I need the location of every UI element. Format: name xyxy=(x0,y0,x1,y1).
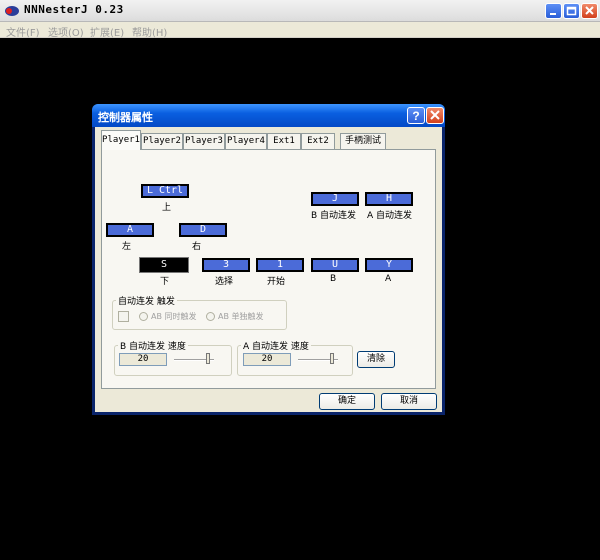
tab-player3[interactable]: Player3 xyxy=(183,133,225,149)
a-speed-slider-thumb[interactable] xyxy=(330,353,334,364)
ok-button[interactable]: 确定 xyxy=(319,393,375,410)
tab-player1[interactable]: Player1 xyxy=(101,130,141,150)
label-b: B xyxy=(330,274,337,284)
main-window: NNNesterJ 0.23 文件(F) 选项(O) 扩展(E) 帮助(H) 控… xyxy=(0,0,600,560)
key-down[interactable]: S xyxy=(139,257,189,273)
close-button[interactable] xyxy=(581,3,598,19)
key-select[interactable]: 3 xyxy=(202,258,250,272)
key-turbo-b[interactable]: J xyxy=(311,192,359,206)
tab-ext2[interactable]: Ext2 xyxy=(301,133,335,149)
label-ab-separate: AB 单独触发 xyxy=(218,312,264,321)
question-mark-icon: ? xyxy=(412,109,419,123)
menu-bar: 文件(F) 选项(O) 扩展(E) 帮助(H) xyxy=(0,22,600,39)
tab-player4[interactable]: Player4 xyxy=(225,133,267,149)
b-speed-title: B 自动连发 速度 xyxy=(118,339,188,352)
main-window-title: NNNesterJ 0.23 xyxy=(24,3,124,16)
dialog-titlebar[interactable]: 控制器属性 ? xyxy=(92,104,445,127)
svg-text:?: ? xyxy=(412,109,419,123)
tab-ext1[interactable]: Ext1 xyxy=(267,133,301,149)
close-icon xyxy=(430,110,440,120)
minimize-icon xyxy=(550,13,556,15)
label-ab-simultaneous: AB 同时触发 xyxy=(151,312,197,321)
key-a[interactable]: Y xyxy=(365,258,413,272)
tab-gamepad-test[interactable]: 手柄测试 xyxy=(340,133,386,149)
key-up[interactable]: L Ctrl xyxy=(141,184,189,198)
key-right[interactable]: D xyxy=(179,223,227,237)
label-a: A xyxy=(385,274,392,284)
label-select: 选择 xyxy=(215,277,234,287)
menu-options[interactable]: 选项(O) xyxy=(48,24,84,39)
radio-ab-simultaneous[interactable] xyxy=(139,312,148,321)
controller-properties-dialog: 控制器属性 ? Player1 Player2 Player3 Player4 … xyxy=(92,104,445,415)
a-speed-value: 20 xyxy=(243,353,291,366)
tab-panel-player1: L Ctrl 上 A 左 D 右 S 下 3 选择 1 开始 U B Y A J… xyxy=(101,149,436,389)
cancel-button[interactable]: 取消 xyxy=(381,393,437,410)
dialog-body: Player1 Player2 Player3 Player4 Ext1 Ext… xyxy=(95,127,442,412)
maximize-button[interactable] xyxy=(563,3,580,19)
dialog-close-button[interactable] xyxy=(426,107,444,124)
key-turbo-a[interactable]: H xyxy=(365,192,413,206)
tab-player2[interactable]: Player2 xyxy=(141,133,183,149)
key-b[interactable]: U xyxy=(311,258,359,272)
dialog-title: 控制器属性 xyxy=(98,111,153,124)
label-start: 开始 xyxy=(267,277,286,287)
b-speed-value: 20 xyxy=(119,353,167,366)
auto-fire-checkbox[interactable] xyxy=(118,311,129,322)
a-speed-title: A 自动连发 速度 xyxy=(241,339,311,352)
app-logo-icon xyxy=(5,6,19,16)
radio-ab-separate[interactable] xyxy=(206,312,215,321)
menu-file[interactable]: 文件(F) xyxy=(6,24,40,39)
label-turbo-a: A 自动连发 xyxy=(367,211,413,221)
close-icon xyxy=(585,6,594,15)
label-right: 右 xyxy=(192,242,202,252)
label-up: 上 xyxy=(162,203,172,213)
maximize-icon xyxy=(566,6,577,16)
key-start[interactable]: 1 xyxy=(256,258,304,272)
menu-help[interactable]: 帮助(H) xyxy=(132,24,167,39)
menu-extensions[interactable]: 扩展(E) xyxy=(90,24,124,39)
minimize-button[interactable] xyxy=(545,3,562,19)
label-turbo-b: B 自动连发 xyxy=(311,211,357,221)
dialog-help-button[interactable]: ? xyxy=(407,107,425,124)
key-left[interactable]: A xyxy=(106,223,154,237)
label-left: 左 xyxy=(122,242,132,252)
auto-fire-trigger-title: 自动连发 触发 xyxy=(116,294,177,307)
label-down: 下 xyxy=(160,277,170,287)
b-speed-slider-thumb[interactable] xyxy=(206,353,210,364)
clear-button[interactable]: 清除 xyxy=(357,351,395,368)
main-titlebar[interactable]: NNNesterJ 0.23 xyxy=(0,0,600,22)
